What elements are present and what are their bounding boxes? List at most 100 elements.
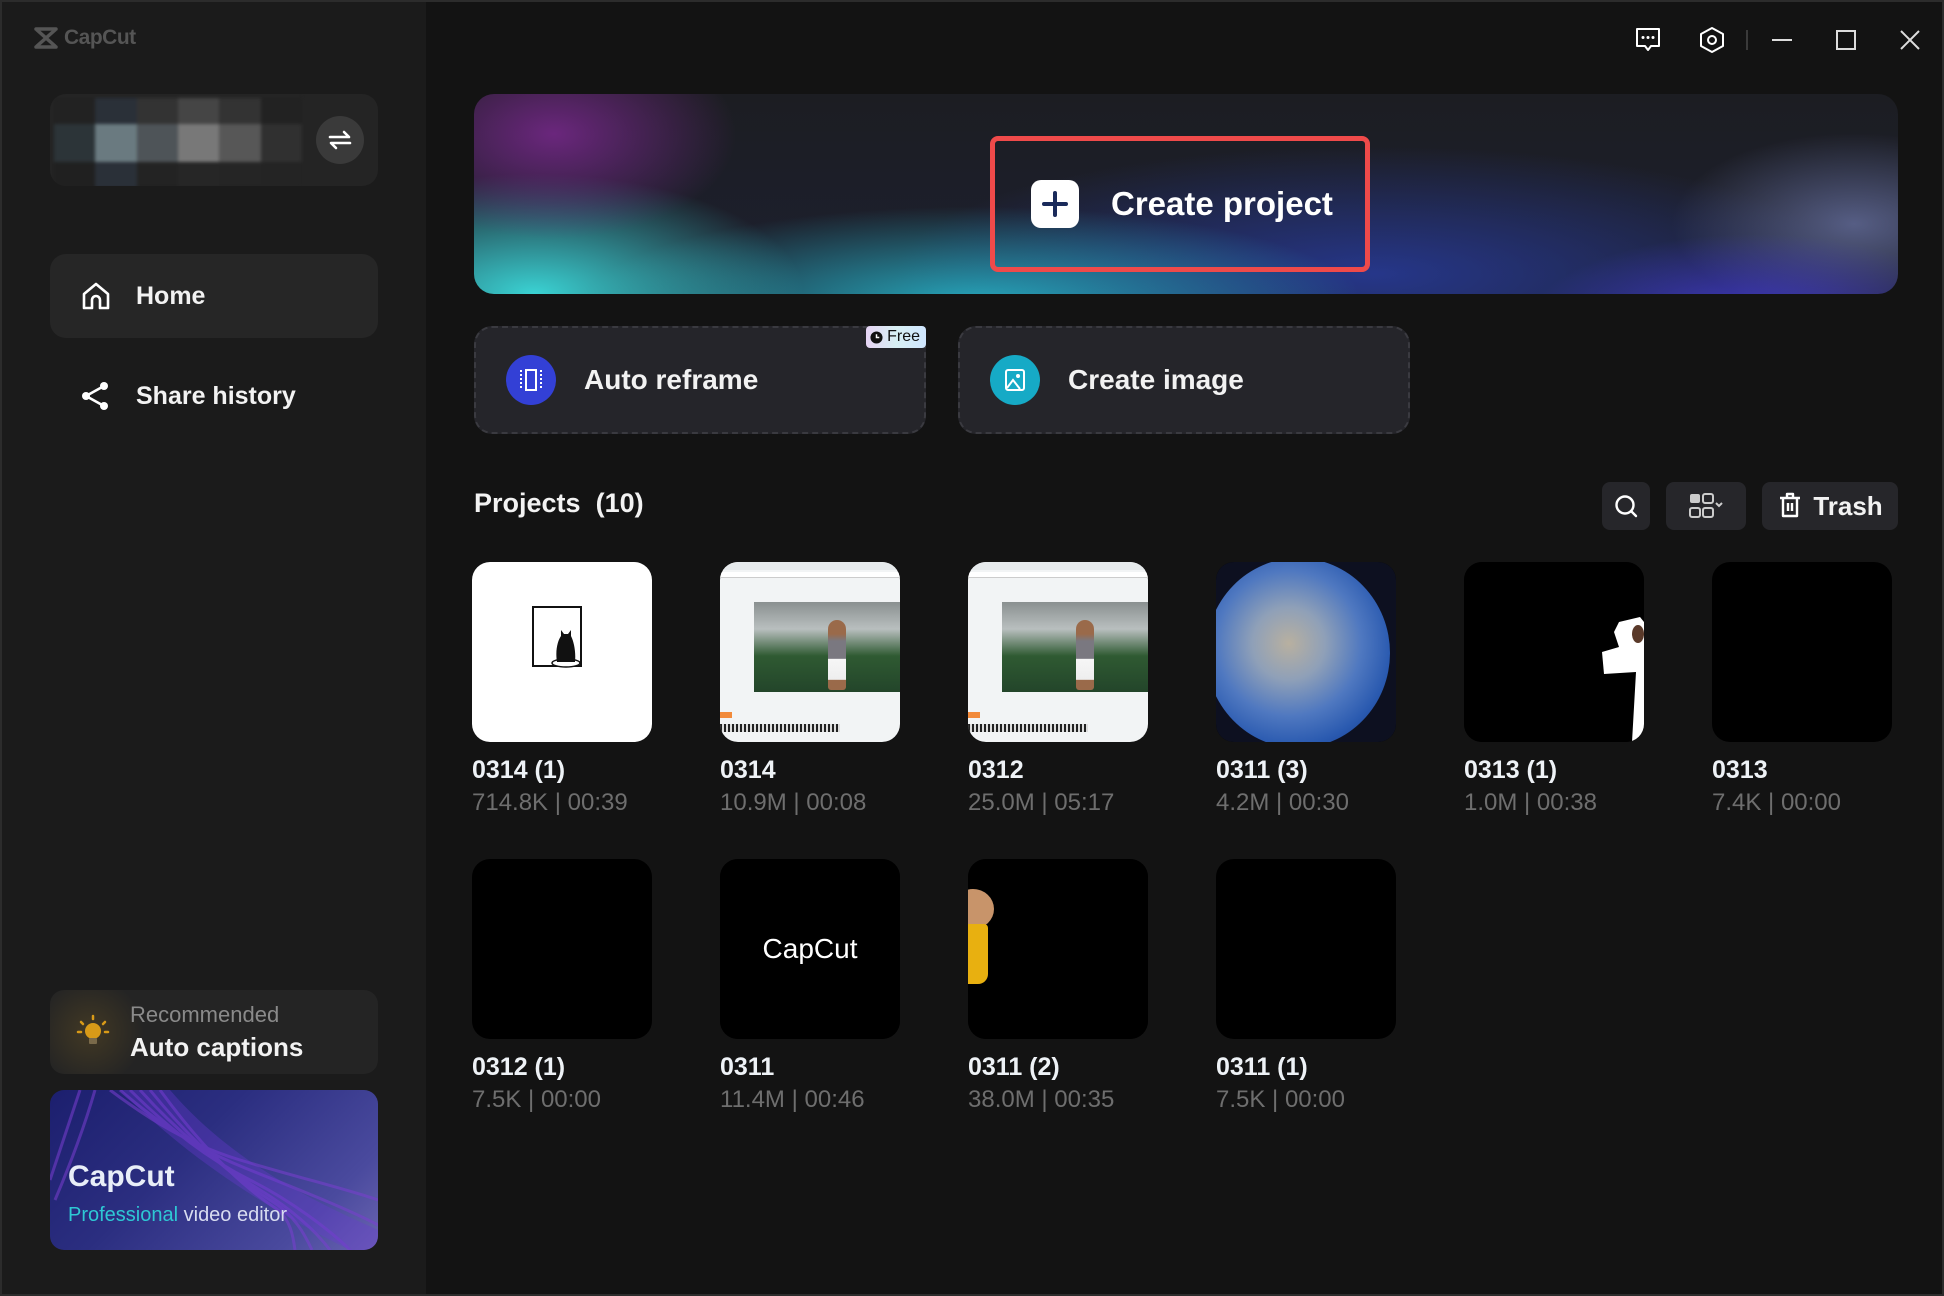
promo-title: CapCut xyxy=(68,1160,175,1193)
maximize-button[interactable] xyxy=(1828,22,1864,58)
trash-icon xyxy=(1780,492,1801,518)
project-card[interactable]: 0314 (1) 714.8K | 00:39 xyxy=(472,562,652,817)
maximize-icon xyxy=(1836,30,1856,50)
project-name: 0311 (3) xyxy=(1216,756,1308,784)
settings-button[interactable] xyxy=(1694,22,1730,58)
auto-reframe-label: Auto reframe xyxy=(584,364,759,395)
project-name: 0312 xyxy=(968,756,1024,784)
free-badge-label: Free xyxy=(887,328,920,345)
project-thumbnail[interactable] xyxy=(968,562,1148,742)
chat-dots-icon xyxy=(1636,28,1660,51)
hero-banner: Create project xyxy=(474,94,1898,294)
sidebar-item-home[interactable]: Home xyxy=(50,254,378,338)
search-button[interactable] xyxy=(1602,482,1650,530)
project-card[interactable]: 0314 10.9M | 00:08 xyxy=(720,562,900,817)
project-thumbnail[interactable] xyxy=(1216,859,1396,1039)
free-badge: Free xyxy=(866,326,926,348)
switch-account-button[interactable] xyxy=(316,116,364,164)
promo-subtitle-accent: Professional xyxy=(68,1204,179,1226)
project-name: 0311 (2) xyxy=(968,1053,1060,1081)
swap-arrows-icon xyxy=(328,130,352,150)
promo-subtitle: Professional video editor xyxy=(68,1204,287,1227)
capcut-window: CapCut Home Share history Recommended Au… xyxy=(0,0,1944,1296)
cat-drawing-thumbnail xyxy=(532,606,582,668)
create-image-card[interactable]: Create image xyxy=(958,326,1410,434)
promo-subtitle-rest: video editor xyxy=(178,1204,288,1226)
project-thumbnail[interactable] xyxy=(472,859,652,1039)
close-icon xyxy=(1900,30,1920,50)
project-meta: 38.0M | 00:35 xyxy=(968,1086,1115,1113)
project-thumbnail[interactable] xyxy=(1216,562,1396,742)
project-meta: 714.8K | 00:39 xyxy=(472,789,628,816)
project-card[interactable]: 0313 7.4K | 00:00 xyxy=(1712,562,1892,817)
recommended-auto-captions[interactable]: Recommended Auto captions xyxy=(50,990,378,1074)
project-card[interactable]: CapCut 0311 11.4M | 00:46 xyxy=(720,859,900,1114)
sidebar: CapCut Home Share history Recommended Au… xyxy=(2,2,426,1294)
minimize-icon xyxy=(1772,39,1792,41)
person-cutout-thumbnail xyxy=(1602,617,1644,742)
thumb-text: CapCut xyxy=(720,859,900,1039)
project-name: 0314 (1) xyxy=(472,756,566,784)
project-meta: 1.0M | 00:38 xyxy=(1464,789,1597,816)
project-thumbnail[interactable] xyxy=(968,859,1148,1039)
create-image-label: Create image xyxy=(1068,364,1244,395)
feedback-button[interactable] xyxy=(1630,22,1666,58)
clock-icon xyxy=(870,330,883,344)
project-name: 0311 (1) xyxy=(1216,1053,1308,1081)
project-name: 0313 (1) xyxy=(1464,756,1558,784)
view-toggle-button[interactable] xyxy=(1666,482,1746,530)
image-icon xyxy=(990,355,1040,405)
sidebar-item-label: Share history xyxy=(136,381,296,410)
share-icon xyxy=(82,382,108,410)
lightbulb-icon xyxy=(76,1014,110,1044)
project-meta: 10.9M | 00:08 xyxy=(720,789,867,816)
capcut-logo-icon xyxy=(34,27,58,49)
project-card[interactable]: 0311 (2) 38.0M | 00:35 xyxy=(968,859,1148,1114)
avatar-pixelated xyxy=(54,98,302,186)
project-meta: 25.0M | 05:17 xyxy=(968,789,1115,816)
projects-count: (10) xyxy=(595,488,644,518)
app-name: CapCut xyxy=(64,26,136,49)
recommended-caption: Recommended xyxy=(130,1002,280,1027)
home-icon xyxy=(82,282,110,310)
promo-banner[interactable]: CapCut Professional video editor xyxy=(50,1090,378,1250)
plus-icon xyxy=(1031,180,1079,228)
project-meta: 7.5K | 00:00 xyxy=(1216,1086,1345,1113)
create-project-label: Create project xyxy=(1111,185,1333,222)
project-meta: 11.4M | 00:46 xyxy=(720,1086,865,1113)
project-thumbnail[interactable] xyxy=(472,562,652,742)
grid-view-icon xyxy=(1689,493,1723,518)
search-icon xyxy=(1615,495,1638,518)
project-card[interactable]: 0312 (1) 7.5K | 00:00 xyxy=(472,859,652,1114)
auto-reframe-card[interactable]: Auto reframe Free xyxy=(474,326,926,434)
project-thumbnail[interactable]: CapCut xyxy=(720,859,900,1039)
minimize-button[interactable] xyxy=(1764,22,1800,58)
project-card[interactable]: 0311 (3) 4.2M | 00:30 xyxy=(1216,562,1396,817)
trash-label: Trash xyxy=(1813,490,1883,521)
project-thumbnail[interactable] xyxy=(720,562,900,742)
recommended-title: Auto captions xyxy=(130,1032,304,1062)
sidebar-item-share-history[interactable]: Share history xyxy=(50,354,378,438)
project-thumbnail[interactable] xyxy=(1712,562,1892,742)
create-project-button[interactable]: Create project xyxy=(990,136,1370,272)
project-name: 0311 xyxy=(720,1053,775,1081)
project-meta: 7.4K | 00:00 xyxy=(1712,789,1841,816)
app-logo: CapCut xyxy=(34,26,136,50)
project-meta: 4.2M | 00:30 xyxy=(1216,789,1349,816)
project-name: 0312 (1) xyxy=(472,1053,566,1081)
reframe-icon xyxy=(506,355,556,405)
project-card[interactable]: 0312 25.0M | 05:17 xyxy=(968,562,1148,817)
trash-button[interactable]: Trash xyxy=(1762,482,1898,530)
projects-title: Projects xyxy=(474,488,581,518)
project-card[interactable]: 0313 (1) 1.0M | 00:38 xyxy=(1464,562,1644,817)
projects-heading: Projects (10) xyxy=(474,488,644,519)
titlebar-separator xyxy=(1746,30,1748,50)
project-name: 0314 xyxy=(720,756,776,784)
project-thumbnail[interactable] xyxy=(1464,562,1644,742)
project-card[interactable]: 0311 (1) 7.5K | 00:00 xyxy=(1216,859,1396,1114)
account-card[interactable] xyxy=(50,94,378,186)
close-button[interactable] xyxy=(1892,22,1928,58)
sidebar-item-label: Home xyxy=(136,281,206,310)
hexagon-gear-icon xyxy=(1700,27,1724,53)
project-name: 0313 xyxy=(1712,756,1768,784)
